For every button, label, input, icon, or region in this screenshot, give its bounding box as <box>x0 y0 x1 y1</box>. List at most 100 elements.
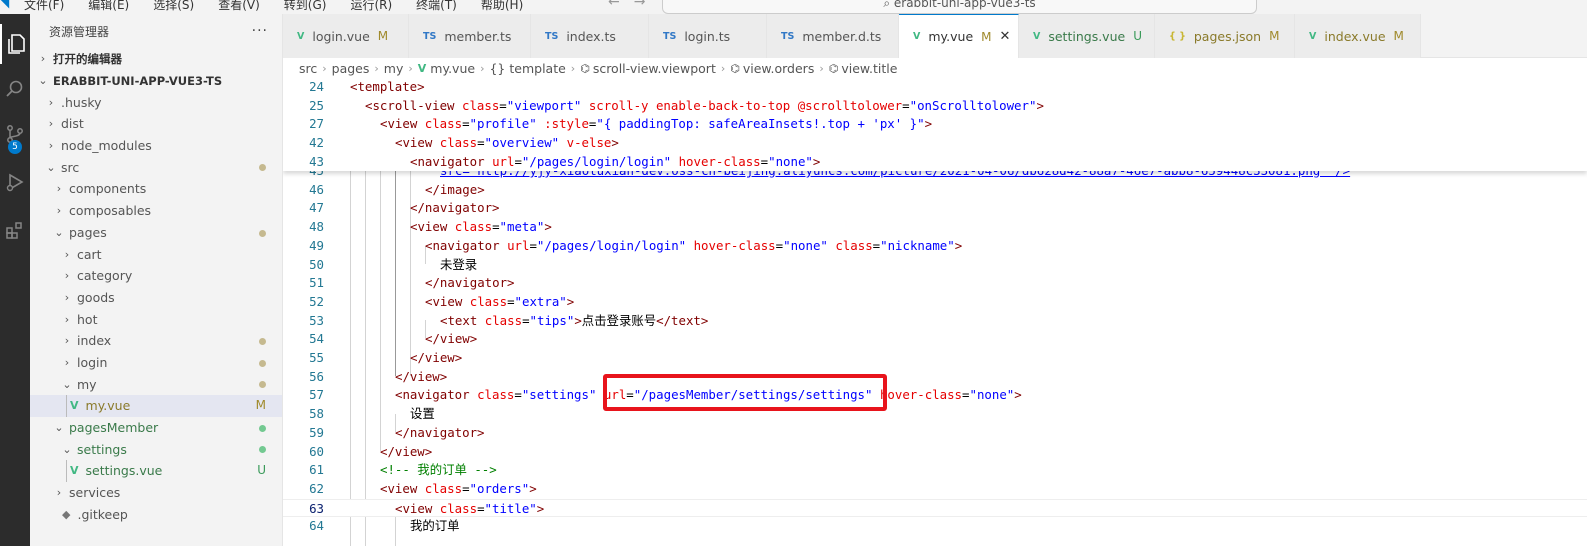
git-status-modified: M <box>981 29 992 44</box>
json-file-icon: { } <box>1169 30 1186 42</box>
tree-folder-login[interactable]: › login <box>30 352 282 374</box>
explorer-header: 资源管理器 ··· <box>30 14 282 48</box>
ts-file-icon: TS <box>781 30 795 42</box>
tree-file-gitkeep[interactable]: ◆ .gitkeep <box>30 503 282 525</box>
menu-view[interactable]: 查看(V) <box>218 0 260 13</box>
breadcrumb-pages[interactable]: pages <box>332 61 370 76</box>
vue-file-icon: V <box>913 31 921 42</box>
tab-index-vue[interactable]: Vindex.vue M <box>1295 14 1421 58</box>
breadcrumb-my[interactable]: my <box>384 61 404 76</box>
vscode-window: ◥ 文件(F) 编辑(E) 选择(S) 查看(V) 转到(G) 运行(R) 终端… <box>0 0 1587 546</box>
breadcrumb-view-orders[interactable]: view.orders <box>743 61 814 76</box>
chevron-right-icon: › <box>64 312 70 326</box>
tab-settings-vue[interactable]: Vsettings.vue U <box>1019 14 1155 58</box>
ts-file-icon: TS <box>545 30 559 42</box>
tab-member-ts[interactable]: TS member.ts <box>409 14 531 58</box>
code-line: 27 <view class="profile" :style="{ paddin… <box>309 116 933 132</box>
chevron-down-icon: ⌄ <box>62 377 72 391</box>
breadcrumb-template[interactable]: {} template <box>489 61 565 76</box>
menu-selection[interactable]: 选择(S) <box>153 0 194 13</box>
untracked-dot <box>259 446 266 454</box>
tree-folder-category[interactable]: › category <box>30 265 282 287</box>
breadcrumb-src[interactable]: src <box>299 61 317 76</box>
forward-arrow-icon[interactable]: → <box>634 0 660 10</box>
code-line: 24 <template> <box>309 79 425 94</box>
chevron-right-icon: › <box>408 61 413 75</box>
scm-badge: 5 <box>8 140 22 154</box>
code-line: 61 <!-- 我的订单 --> <box>309 462 497 478</box>
modified-dot <box>259 381 266 389</box>
code-line: 25 <scroll-view class="viewport" scroll-y… <box>309 97 1044 113</box>
tree-folder-components[interactable]: › components <box>30 178 282 200</box>
vue-file-icon: V <box>1309 30 1317 42</box>
back-arrow-icon[interactable]: ← <box>608 0 634 10</box>
tree-folder-services[interactable]: › services <box>30 482 282 504</box>
search-icon[interactable] <box>0 69 30 109</box>
menu-help[interactable]: 帮助(H) <box>481 0 523 13</box>
element-icon: ⌬ <box>730 61 740 75</box>
menu-file[interactable]: 文件(F) <box>24 0 64 13</box>
extensions-icon[interactable] <box>0 210 30 250</box>
chevron-right-icon: › <box>570 61 576 75</box>
breadcrumb-scroll-view[interactable]: scroll-view.viewport <box>593 61 716 76</box>
more-actions-icon[interactable]: ··· <box>252 23 268 39</box>
source-control-icon[interactable]: 5 <box>0 114 30 154</box>
tree-folder-hot[interactable]: › hot <box>30 308 282 330</box>
modified-dot <box>259 229 266 237</box>
code-line-current: 63 <view class="title"> <box>283 498 1587 518</box>
breadcrumb-my-vue[interactable]: my.vue <box>430 61 475 76</box>
tree-folder-pages[interactable]: ⌄ pages <box>30 222 282 244</box>
tree-folder-index[interactable]: › index <box>30 330 282 352</box>
chevron-down-icon: ⌄ <box>54 421 64 435</box>
menu-bar: ◥ 文件(F) 编辑(E) 选择(S) 查看(V) 转到(G) 运行(R) 终端… <box>0 0 1587 14</box>
modified-dot <box>259 359 266 367</box>
tab-index-ts[interactable]: TS index.ts <box>531 14 649 58</box>
tree-folder-settings[interactable]: ⌄ settings <box>30 438 282 460</box>
tab-login-ts[interactable]: TS login.ts <box>649 14 767 58</box>
element-icon: ⌬ <box>828 61 839 75</box>
git-status-modified: M <box>1393 29 1404 43</box>
run-debug-icon[interactable] <box>0 162 30 202</box>
command-center-search[interactable]: ⌕ erabbit-uni-app-vue3-ts <box>662 0 1257 14</box>
code-line: 51 </navigator> <box>309 275 515 291</box>
tab-member-d-ts[interactable]: TS member.d.ts <box>767 14 899 58</box>
tab-my-vue[interactable]: Vmy.vue M ✕ <box>899 14 1019 58</box>
tree-file-settings-vue[interactable]: Vsettings.vue U <box>30 460 282 482</box>
explorer-icon[interactable] <box>0 24 30 64</box>
explorer-sidebar: 资源管理器 ··· › 打开的编辑器 ⌄ ERABBIT-UNI-APP-VUE3-… <box>30 14 283 546</box>
tree-folder-husky[interactable]: › .husky <box>30 91 282 113</box>
vscode-logo-icon: ◥ <box>0 0 10 10</box>
menu-terminal[interactable]: 终端(T) <box>416 0 457 13</box>
menu-run[interactable]: 运行(R) <box>350 0 392 13</box>
ts-file-icon: TS <box>423 30 437 42</box>
chevron-down-icon: ⌄ <box>38 74 48 88</box>
tree-folder-src[interactable]: ⌄ src <box>30 156 282 178</box>
tree-folder-my[interactable]: ⌄ my <box>30 373 282 395</box>
code-line: 56 </view> <box>309 368 448 384</box>
code-line: 57 <navigator class="settings" url="/page… <box>309 387 1022 403</box>
untracked-dot <box>259 424 266 432</box>
tree-folder-dist[interactable]: › dist <box>30 113 282 135</box>
code-editor[interactable]: 24 <template> 25 <scroll-view class="viewp… <box>283 78 1587 546</box>
chevron-right-icon: › <box>480 61 485 75</box>
tab-login-vue[interactable]: Vlogin.vue M <box>283 14 409 58</box>
chevron-right-icon: › <box>56 204 62 218</box>
tree-folder-goods[interactable]: › goods <box>30 287 282 309</box>
tree-folder-node-modules[interactable]: › node_modules <box>30 135 282 157</box>
code-line: 47 </navigator> <box>309 200 500 216</box>
tree-folder-cart[interactable]: › cart <box>30 243 282 265</box>
breadcrumb-view-title[interactable]: view.title <box>841 61 897 76</box>
close-icon[interactable]: ✕ <box>1000 29 1011 44</box>
activity-bar: 5 <box>0 14 30 546</box>
chevron-right-icon: › <box>40 52 46 66</box>
tree-folder-pages-member[interactable]: ⌄ pagesMember <box>30 417 282 439</box>
open-editors-section[interactable]: › 打开的编辑器 <box>30 48 282 70</box>
tree-folder-composables[interactable]: › composables <box>30 200 282 222</box>
explorer-title: 资源管理器 <box>49 24 110 39</box>
tree-file-my-vue[interactable]: Vmy.vue M <box>30 395 282 417</box>
menu-go[interactable]: 转到(G) <box>284 0 327 13</box>
menu-edit[interactable]: 编辑(E) <box>88 0 129 13</box>
tab-pages-json[interactable]: { } pages.json M <box>1155 14 1295 58</box>
project-root-section[interactable]: ⌄ ERABBIT-UNI-APP-VUE3-TS <box>30 70 282 92</box>
chevron-right-icon: › <box>64 290 70 304</box>
